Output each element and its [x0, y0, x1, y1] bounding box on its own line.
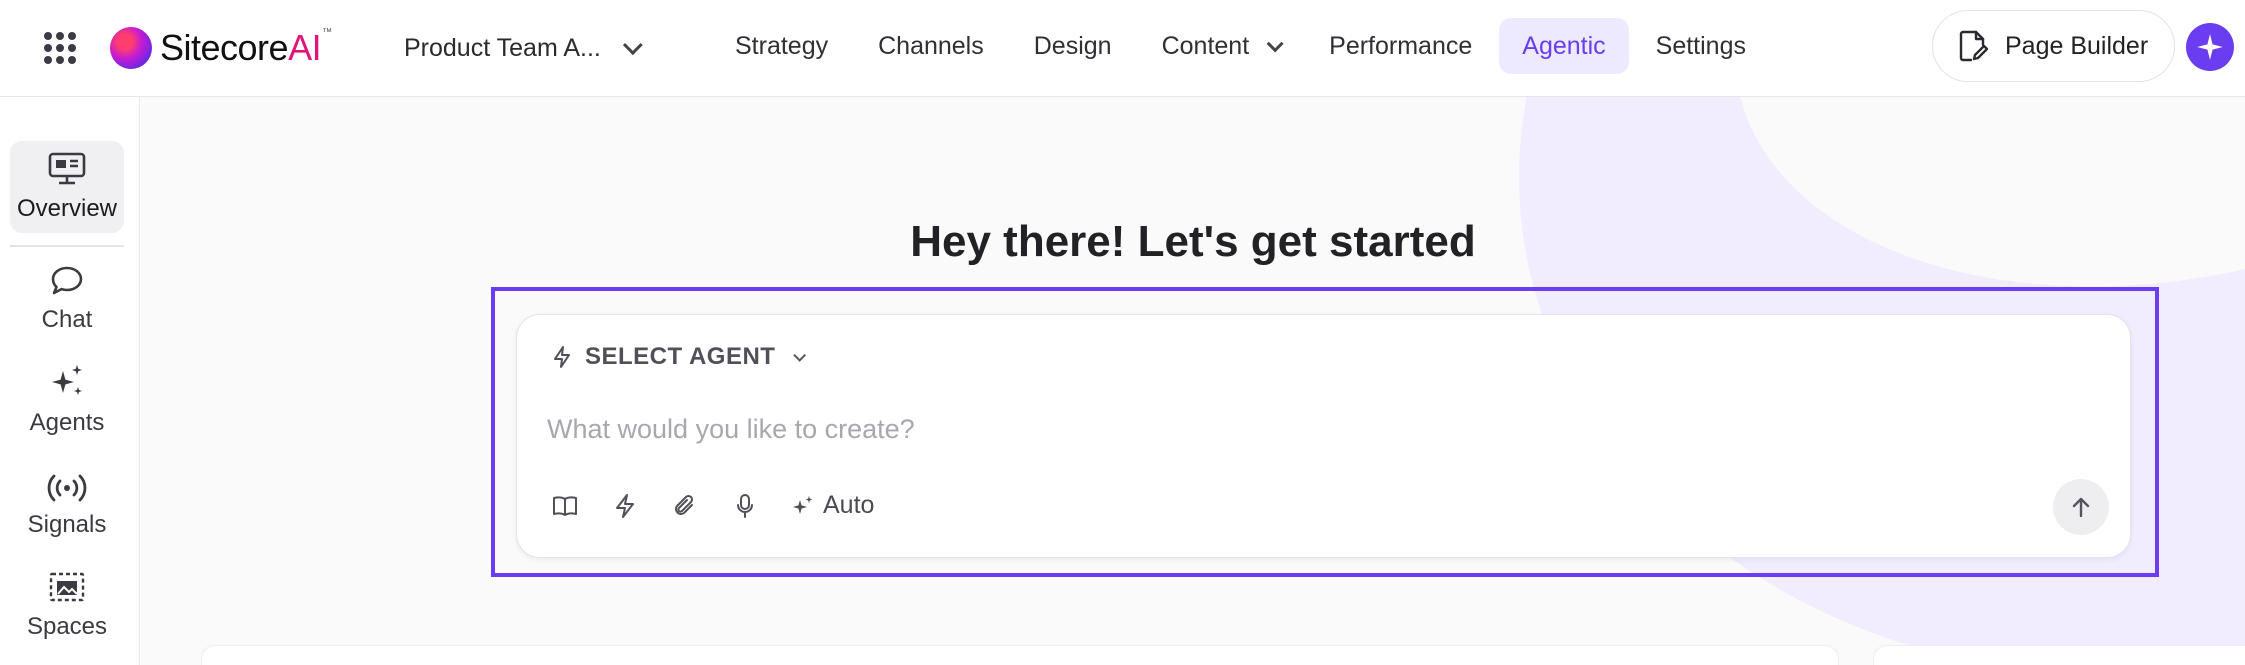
bolt-icon[interactable] [611, 492, 639, 520]
rail-item-spaces[interactable]: Spaces [10, 567, 124, 641]
page-heading: Hey there! Let's get started [910, 217, 1476, 266]
sparkle-icon [2197, 34, 2223, 60]
site-switcher[interactable]: Product Team A... [404, 26, 643, 70]
select-agent-dropdown[interactable]: SELECT AGENT [551, 343, 807, 371]
microphone-icon[interactable] [731, 492, 759, 520]
content-card [1873, 645, 2245, 665]
mode-label: Auto [823, 491, 875, 519]
rail-item-label: Agents [29, 409, 105, 436]
brand-name: SitecoreAI™ [160, 27, 332, 68]
sitecore-logo[interactable]: SitecoreAI™ [110, 22, 332, 74]
left-rail: Overview Chat Agents Signals Spaces [0, 97, 140, 665]
send-button[interactable] [2053, 479, 2109, 535]
main-nav: Strategy Channels Design Content Perform… [712, 18, 1773, 74]
page-builder-button[interactable]: Page Builder [1932, 10, 2175, 82]
rail-item-chat[interactable]: Chat [10, 260, 124, 334]
page-edit-icon [1959, 30, 1989, 62]
select-agent-label: SELECT AGENT [585, 343, 776, 370]
nav-content[interactable]: Content [1139, 18, 1303, 74]
chevron-down-icon [622, 35, 643, 56]
prompt-input[interactable] [547, 407, 2047, 451]
rail-divider [10, 245, 124, 247]
app-launcher-grid-icon[interactable] [44, 32, 76, 64]
monitor-dashboard-icon [48, 152, 86, 185]
rail-item-label: Signals [27, 511, 107, 538]
content-card [201, 645, 1839, 665]
nav-design[interactable]: Design [1011, 18, 1135, 74]
image-frame-icon [49, 572, 85, 602]
broadcast-icon [47, 474, 87, 502]
mode-auto-toggle[interactable]: Auto [791, 491, 874, 520]
rail-item-overview[interactable]: Overview [10, 141, 124, 233]
sparkles-icon [52, 365, 82, 395]
ai-assistant-button[interactable] [2186, 23, 2234, 71]
nav-channels[interactable]: Channels [855, 18, 1007, 74]
site-switcher-label: Product Team A... [404, 33, 601, 62]
prompt-composer: SELECT AGENT What would you like to crea… [516, 314, 2131, 558]
rail-item-signals[interactable]: Signals [10, 465, 124, 539]
rail-item-agents[interactable]: Agents [10, 363, 124, 437]
sitecore-logo-mark-icon [110, 27, 152, 69]
chat-bubble-icon [51, 266, 83, 295]
nav-settings[interactable]: Settings [1633, 18, 1769, 74]
nav-agentic[interactable]: Agentic [1499, 18, 1629, 74]
chevron-down-icon [1266, 35, 1284, 53]
sparkles-icon [793, 495, 813, 514]
rail-item-label: Chat [41, 306, 93, 333]
main-area: Hey there! Let's get started SELECT AGEN… [141, 97, 2245, 665]
page-builder-label: Page Builder [2005, 31, 2149, 60]
bolt-icon [554, 346, 570, 368]
rail-item-label: Overview [16, 195, 118, 222]
nav-performance[interactable]: Performance [1306, 18, 1495, 74]
nav-strategy[interactable]: Strategy [712, 18, 851, 74]
prompt-toolbar: Auto [551, 491, 874, 520]
top-bar: SitecoreAI™ Product Team A... Strategy C… [0, 0, 2245, 97]
arrow-up-icon [2072, 497, 2090, 518]
rail-item-label: Spaces [26, 613, 108, 640]
paperclip-icon[interactable] [671, 492, 699, 520]
book-icon[interactable] [551, 492, 579, 520]
chevron-down-icon [793, 348, 807, 362]
